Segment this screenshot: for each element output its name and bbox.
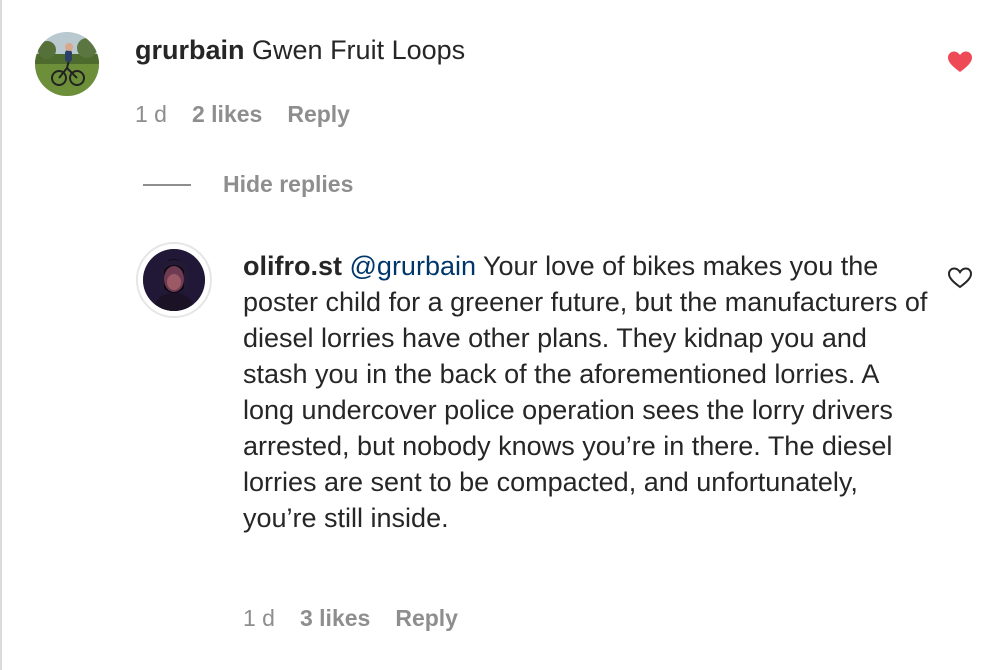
heart-filled-icon bbox=[948, 51, 972, 72]
reply-meta: 1 d 3 likes Reply bbox=[243, 605, 483, 632]
reply-username[interactable]: olifro.st bbox=[243, 251, 342, 281]
comment-likes-count[interactable]: 2 likes bbox=[192, 101, 262, 128]
dark-portrait-avatar bbox=[143, 249, 205, 311]
heart-outline-icon bbox=[947, 267, 973, 289]
comment-username[interactable]: grurbain bbox=[135, 35, 245, 65]
reply-like-button[interactable] bbox=[947, 266, 973, 290]
comment-text: Gwen Fruit Loops bbox=[252, 35, 466, 65]
reply-avatar-olifrost[interactable] bbox=[143, 249, 205, 311]
cyclist-photo-avatar bbox=[35, 32, 99, 96]
hide-replies-toggle[interactable]: Hide replies bbox=[143, 171, 353, 198]
comment-meta: 1 d 2 likes Reply bbox=[135, 101, 375, 128]
comment-reply-button[interactable]: Reply bbox=[287, 101, 350, 128]
reply-mention-link[interactable]: @grurbain bbox=[350, 251, 476, 281]
reply-text: Your love of bikes makes you the poster … bbox=[243, 251, 928, 533]
comment-like-button[interactable] bbox=[947, 50, 973, 74]
panel-left-border bbox=[0, 0, 2, 670]
hide-replies-label: Hide replies bbox=[223, 171, 354, 197]
replies-divider-line bbox=[143, 183, 191, 186]
reply-timestamp[interactable]: 1 d bbox=[243, 605, 275, 632]
reply-likes-count[interactable]: 3 likes bbox=[300, 605, 370, 632]
comment-timestamp[interactable]: 1 d bbox=[135, 101, 167, 128]
comment-avatar-grurbain[interactable] bbox=[35, 32, 99, 96]
reply-body: olifro.st @grurbain Your love of bikes m… bbox=[243, 248, 933, 536]
reply-reply-button[interactable]: Reply bbox=[395, 605, 458, 632]
comment-body: grurbain Gwen Fruit Loops bbox=[135, 32, 915, 68]
